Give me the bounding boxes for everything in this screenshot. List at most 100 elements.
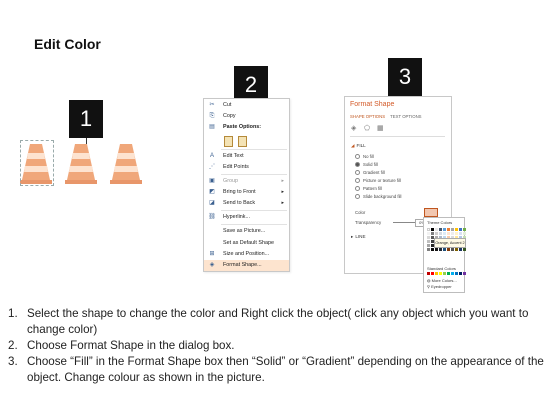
menu-item-set-default-shape[interactable]: Set as Default Shape — [204, 238, 289, 249]
context-menu: ✂ Cut ⎘ Copy ▤ Paste Options: A Edit Tex… — [203, 98, 290, 272]
radio-icon — [355, 170, 360, 176]
eyedropper-label: Eyedropper — [431, 284, 452, 289]
radio-slide-background-fill[interactable]: Slide background fill — [355, 194, 402, 200]
color-tooltip: Orange, Accent 2 — [434, 238, 466, 248]
radio-icon — [355, 186, 360, 192]
radio-label: No fill — [363, 154, 374, 159]
radio-pattern-fill[interactable]: Pattern fill — [355, 186, 383, 192]
radio-label: Gradient fill — [363, 170, 385, 175]
menu-item-copy[interactable]: ⎘ Copy — [204, 111, 289, 122]
page-title: Edit Color — [34, 36, 101, 52]
edit-points-icon: ⋰ — [209, 164, 215, 170]
menu-item-label: Paste Options: — [223, 124, 262, 130]
menu-item-hyperlink[interactable]: ⛓ Hyperlink... — [204, 212, 289, 223]
step-text: Select the shape to change the color and… — [27, 307, 529, 336]
menu-divider — [221, 174, 287, 175]
instruction-step-2: 2. Choose Format Shape in the dialog box. — [8, 338, 553, 354]
menu-item-label: Bring to Front — [223, 189, 256, 195]
bring-front-icon: ◩ — [209, 189, 215, 195]
menu-item-label: Format Shape... — [223, 262, 262, 268]
tab-text-options[interactable]: TEXT OPTIONS — [390, 114, 421, 119]
size-properties-icon[interactable]: ▦ — [377, 125, 385, 132]
instruction-list: 1. Select the shape to change the color a… — [8, 306, 553, 386]
menu-item-label: Edit Text — [223, 153, 244, 159]
radio-label: Solid fill — [363, 162, 378, 167]
menu-divider — [221, 224, 287, 225]
edit-text-icon: A — [209, 153, 214, 159]
standard-color-row[interactable] — [427, 272, 466, 275]
scissors-icon: ✂ — [209, 102, 215, 108]
radio-icon — [355, 178, 360, 184]
menu-item-label: Cut — [223, 102, 232, 108]
radio-label: Picture or texture fill — [363, 178, 401, 183]
radio-icon — [355, 194, 360, 200]
menu-item-label: Edit Points — [223, 164, 249, 170]
radio-icon — [355, 154, 360, 160]
pane-tabs: SHAPE OPTIONS TEXT OPTIONS — [350, 114, 422, 119]
step-badge-1: 1 — [69, 100, 103, 138]
color-picker-dropdown: Theme Colors Standard Colors ◍ More Colo… — [423, 217, 466, 293]
more-colors-option[interactable]: ◍ More Colors... — [427, 278, 457, 283]
cone-2 — [65, 144, 97, 184]
eyedropper-icon: ⚲ — [427, 284, 430, 289]
instruction-step-1: 1. Select the shape to change the color a… — [8, 306, 553, 338]
pane-divider — [350, 136, 445, 137]
cone-3 — [110, 144, 142, 184]
menu-item-label: Size and Position... — [223, 251, 270, 257]
fill-section-header[interactable]: ◢ FILL — [351, 143, 366, 149]
step-number: 1. — [8, 307, 18, 320]
chevron-right-icon: ▸ — [281, 189, 284, 195]
menu-item-send-to-back[interactable]: ◪ Send to Back ▸ — [204, 198, 289, 209]
effects-icon[interactable]: ⬠ — [364, 125, 372, 132]
radio-no-fill[interactable]: No fill — [355, 154, 374, 160]
menu-item-label: Group — [223, 178, 238, 184]
step-text: Choose “Fill” in the Format Shape box th… — [27, 355, 544, 384]
chevron-right-icon: ▸ — [281, 200, 284, 206]
menu-item-edit-points[interactable]: ⋰ Edit Points — [204, 162, 289, 173]
instruction-step-3: 3. Choose “Fill” in the Format Shape box … — [8, 354, 553, 386]
menu-item-group[interactable]: ▣ Group ▸ — [204, 176, 289, 187]
transparency-slider[interactable] — [393, 222, 415, 223]
more-colors-label: More Colors... — [431, 278, 457, 283]
transparency-label: Transparency — [355, 220, 382, 225]
line-section-header[interactable]: ▸ LINE — [351, 234, 366, 240]
size-position-icon: ⊞ — [209, 251, 215, 257]
menu-item-paste-options: ▤ Paste Options: — [204, 122, 289, 133]
paste-keep-formatting-icon[interactable] — [224, 136, 233, 147]
menu-divider — [221, 210, 287, 211]
fill-color-button[interactable] — [424, 208, 438, 217]
fill-line-icon[interactable]: ◈ — [351, 125, 359, 132]
radio-picture-fill[interactable]: Picture or texture fill — [355, 178, 401, 184]
menu-item-format-shape[interactable]: ◈ Format Shape... — [204, 260, 289, 271]
paste-picture-icon[interactable] — [238, 136, 247, 147]
step-number: 3. — [8, 355, 18, 368]
paste-option-buttons — [224, 136, 247, 147]
menu-item-label: Copy — [223, 113, 236, 119]
menu-item-label: Save as Picture... — [223, 228, 266, 234]
menu-item-bring-to-front[interactable]: ◩ Bring to Front ▸ — [204, 187, 289, 198]
line-header-label: LINE — [355, 234, 366, 239]
radio-solid-fill[interactable]: Solid fill — [355, 162, 378, 168]
tab-shape-options[interactable]: SHAPE OPTIONS — [350, 114, 385, 119]
radio-label: Slide background fill — [363, 194, 402, 199]
eyedropper-option[interactable]: ⚲ Eyedropper — [427, 284, 452, 289]
theme-colors-label: Theme Colors — [427, 220, 453, 225]
standard-colors-label: Standard Colors — [427, 266, 456, 271]
step-badge-3: 3 — [388, 58, 422, 96]
menu-item-edit-text[interactable]: A Edit Text — [204, 151, 289, 162]
group-icon: ▣ — [209, 178, 215, 184]
menu-item-cut[interactable]: ✂ Cut — [204, 100, 289, 111]
send-back-icon: ◪ — [209, 200, 215, 206]
menu-item-size-and-position[interactable]: ⊞ Size and Position... — [204, 249, 289, 260]
hyperlink-icon: ⛓ — [208, 214, 216, 220]
color-wheel-icon: ◍ — [427, 278, 431, 283]
menu-item-save-as-picture[interactable]: Save as Picture... — [204, 226, 289, 237]
menu-item-label: Hyperlink... — [223, 214, 250, 220]
paste-icon: ▤ — [209, 124, 215, 130]
copy-icon: ⎘ — [209, 113, 215, 119]
radio-gradient-fill[interactable]: Gradient fill — [355, 170, 385, 176]
triangle-right-icon: ▸ — [351, 234, 354, 239]
radio-label: Pattern fill — [363, 186, 383, 191]
pane-title: Format Shape — [350, 101, 395, 108]
step-text: Choose Format Shape in the dialog box. — [27, 339, 235, 352]
